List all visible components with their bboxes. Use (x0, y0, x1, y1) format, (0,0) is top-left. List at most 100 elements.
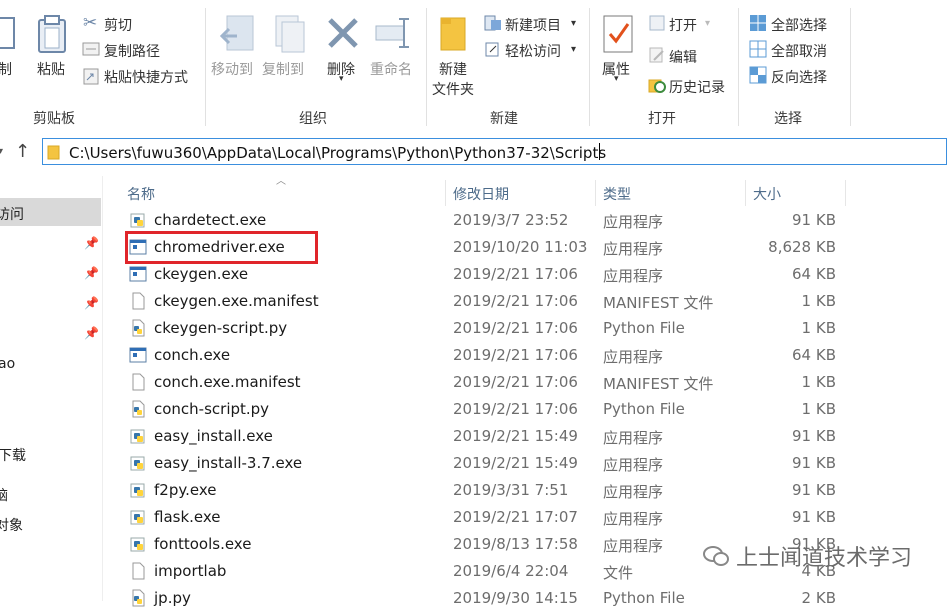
copy-to-button[interactable]: 复制到 (262, 59, 304, 79)
column-header-type[interactable]: 类型 (603, 184, 631, 204)
file-row[interactable]: flask.exe 2019/2/21 17:07 应用程序 91 KB (104, 504, 948, 531)
column-header-date[interactable]: 修改日期 (453, 184, 509, 204)
nav-item-quick-access[interactable]: 访问 (0, 204, 24, 224)
nav-item-downloads[interactable]: 下载 (0, 445, 26, 465)
select-all-icon (750, 15, 766, 31)
python-file-icon (129, 319, 147, 337)
file-name[interactable]: f2py.exe (154, 481, 216, 499)
nav-item-computer[interactable]: 脑 (0, 485, 8, 505)
recent-locations-chevron-icon[interactable]: ▾ (0, 146, 3, 157)
file-row[interactable]: f2py.exe 2019/3/31 7:51 应用程序 91 KB (104, 477, 948, 504)
column-divider[interactable] (845, 180, 846, 206)
paste-button-label[interactable]: 粘贴 (37, 59, 65, 79)
rename-button[interactable]: 重命名 (370, 59, 412, 79)
new-group-label: 新建 (490, 111, 518, 127)
file-row[interactable]: easy_install.exe 2019/2/21 15:49 应用程序 91 KB (104, 423, 948, 450)
open-button[interactable]: 打开 (669, 15, 697, 35)
wechat-icon (703, 546, 729, 566)
file-type: Python File (603, 400, 685, 418)
file-name[interactable]: flask.exe (154, 508, 221, 526)
file-size: 91 KB (792, 427, 836, 445)
select-none-button[interactable]: 全部取消 (771, 41, 827, 61)
file-name[interactable]: conch.exe (154, 346, 230, 364)
history-button[interactable]: 历史记录 (669, 77, 725, 97)
new-folder-button-l2[interactable]: 文件夹 (432, 79, 474, 99)
file-name[interactable]: conch-script.py (154, 400, 269, 418)
nav-item-3d-objects[interactable]: 对象 (0, 515, 23, 535)
new-item-button[interactable]: 新建项目 (505, 15, 561, 35)
copy-icon (0, 17, 15, 49)
python-file-icon (129, 400, 147, 418)
file-name[interactable]: ckeygen.exe.manifest (154, 292, 319, 310)
column-divider[interactable] (445, 180, 446, 206)
folder-icon (47, 145, 60, 160)
move-to-button[interactable]: 移动到 (211, 59, 253, 79)
column-divider[interactable] (745, 180, 746, 206)
delete-icon[interactable] (326, 16, 360, 50)
copy-button-label[interactable]: 制 (0, 59, 12, 79)
file-size: 91 KB (792, 454, 836, 472)
file-row[interactable]: conch-script.py 2019/2/21 17:06 Python Fil… (104, 396, 948, 423)
edit-button[interactable]: 编辑 (669, 47, 697, 67)
file-name[interactable]: easy_install.exe (154, 427, 273, 445)
paste-icon[interactable] (36, 14, 68, 54)
copy-to-icon[interactable] (270, 14, 306, 54)
file-name[interactable]: ckeygen-script.py (154, 319, 287, 337)
file-name[interactable]: ckeygen.exe (154, 265, 248, 283)
file-row[interactable]: conch.exe 2019/2/21 17:06 应用程序 64 KB (104, 342, 948, 369)
file-name[interactable]: fonttools.exe (154, 535, 251, 553)
file-row[interactable]: ckeygen-script.py 2019/2/21 17:06 Python F… (104, 315, 948, 342)
file-name[interactable]: jp.py (154, 589, 191, 607)
file-row[interactable]: easy_install-3.7.exe 2019/2/21 15:49 应用程序 9… (104, 450, 948, 477)
column-divider[interactable] (595, 180, 596, 206)
file-name[interactable]: easy_install-3.7.exe (154, 454, 302, 472)
file-size: 1 KB (801, 292, 836, 310)
file-date: 2019/6/4 22:04 (453, 562, 569, 580)
file-size: 2 KB (801, 589, 836, 607)
up-arrow-icon[interactable]: ↑ (15, 141, 30, 162)
file-row[interactable]: conch.exe.manifest 2019/2/21 17:06 MANIFES… (104, 369, 948, 396)
move-to-icon[interactable] (219, 14, 255, 54)
file-name[interactable]: conch.exe.manifest (154, 373, 301, 391)
file-row[interactable]: ckeygen.exe.manifest 2019/2/21 17:06 MANIF… (104, 288, 948, 315)
rename-icon[interactable] (374, 16, 414, 50)
python-file-icon (129, 589, 147, 607)
open-icon (649, 15, 665, 31)
file-type: 应用程序 (603, 510, 664, 528)
column-header-size[interactable]: 大小 (753, 184, 781, 204)
ribbon-separator (426, 8, 427, 126)
properties-icon[interactable] (602, 14, 634, 54)
file-date: 2019/10/20 11:03 (453, 238, 588, 256)
cut-button[interactable]: 剪切 (104, 15, 132, 35)
invert-selection-button[interactable]: 反向选择 (771, 67, 827, 87)
easy-access-button[interactable]: 轻松访问 (505, 41, 561, 61)
nav-item-ao[interactable]: ao (0, 356, 15, 372)
new-folder-icon[interactable] (438, 14, 468, 54)
paste-shortcut-button[interactable]: 粘贴快捷方式 (104, 67, 188, 87)
pin-icon: 📌 (84, 236, 99, 250)
ribbon-separator (738, 8, 739, 126)
ribbon-separator (205, 8, 206, 126)
navigation-pane: 访问 📌 📌 📌 📌 ao 下载 脑 对象 (0, 176, 103, 601)
file-row[interactable]: jp.py 2019/9/30 14:15 Python File 2 KB (104, 585, 948, 612)
file-name[interactable]: chardetect.exe (154, 211, 266, 229)
scissors-icon: ✂ (83, 13, 98, 33)
file-row[interactable]: chardetect.exe 2019/3/7 23:52 应用程序 91 KB (104, 207, 948, 234)
chevron-down-icon: ▾ (705, 18, 711, 29)
ribbon: 制 粘贴 ✂ 剪切 复制路径 粘贴快捷方式 剪贴板 移动到 复制到 删除 ▾ 重… (0, 0, 948, 132)
file-type: 应用程序 (603, 537, 664, 555)
file-size: 1 KB (801, 400, 836, 418)
file-type: Python File (603, 319, 685, 337)
new-folder-button-l1[interactable]: 新建 (439, 59, 467, 79)
blank-file-icon (129, 562, 147, 580)
select-all-button[interactable]: 全部选择 (771, 15, 827, 35)
file-row[interactable]: ckeygen.exe 2019/2/21 17:06 应用程序 64 KB (104, 261, 948, 288)
blank-file-icon (129, 373, 147, 391)
address-path-text[interactable]: C:\Users\fuwu360\AppData\Local\Programs\… (69, 144, 606, 162)
file-type: 文件 (603, 564, 634, 582)
copy-path-button[interactable]: 复制路径 (104, 41, 160, 61)
file-name[interactable]: importlab (154, 562, 226, 580)
python-exe-icon (129, 427, 147, 445)
column-header-name[interactable]: 名称 (127, 184, 155, 204)
sort-ascending-icon: ︿ (276, 176, 286, 187)
